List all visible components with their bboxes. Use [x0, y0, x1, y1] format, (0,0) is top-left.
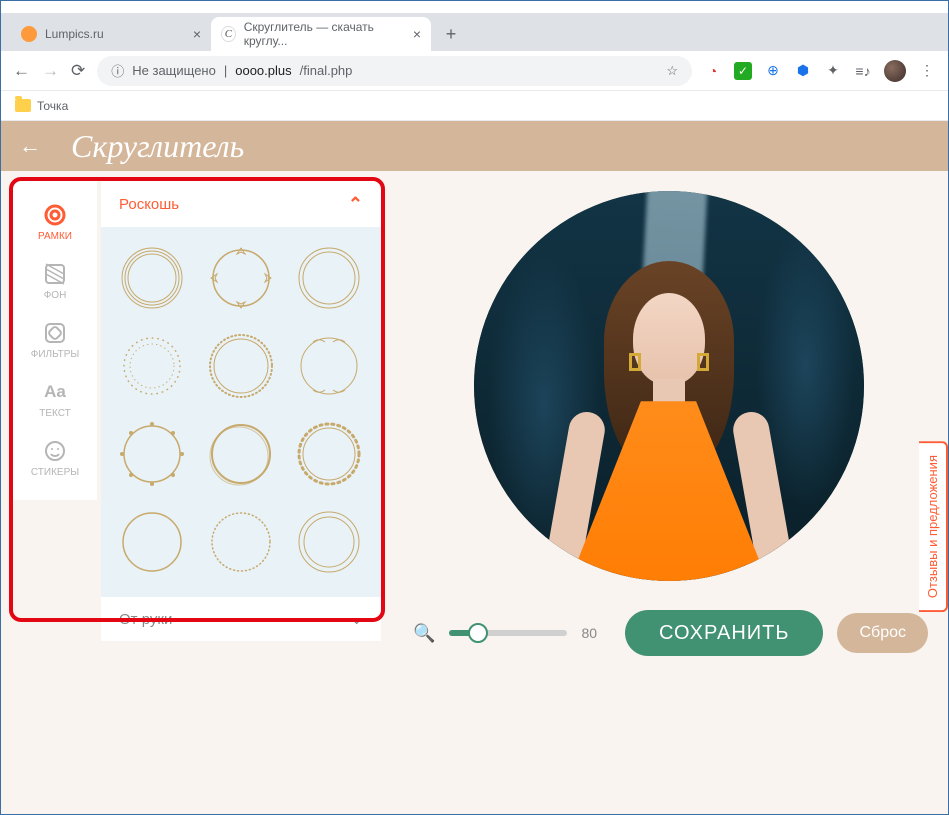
app-body: РАМКИ ФОН ФИЛЬТРЫ Aa ТЕКСТ: [1, 171, 948, 814]
bookmark-item[interactable]: Точка: [37, 99, 68, 113]
frame-option[interactable]: [290, 415, 368, 493]
new-tab-button[interactable]: +: [437, 20, 465, 48]
zoom-slider[interactable]: [449, 630, 567, 636]
frame-option[interactable]: [202, 239, 280, 317]
save-button[interactable]: СОХРАНИТЬ: [625, 610, 824, 656]
close-tab-icon[interactable]: ×: [193, 26, 201, 42]
ext-icon-5[interactable]: ≡♪: [854, 62, 872, 80]
ext-icon-4[interactable]: ⬢: [794, 62, 812, 80]
address-bar[interactable]: ⓘ Не защищено | oooo.plus/final.php ☆: [97, 56, 692, 86]
favicon-skruglitel: C: [221, 26, 236, 42]
ext-icon-3[interactable]: ⊕: [764, 62, 782, 80]
reload-button[interactable]: ⟳: [71, 61, 85, 81]
background-icon: [43, 262, 67, 286]
tool-sidebar: РАМКИ ФОН ФИЛЬТРЫ Aa ТЕКСТ: [13, 181, 97, 500]
toolbar: ← → ⟳ ⓘ Не защищено | oooo.plus/final.ph…: [1, 51, 948, 91]
sidebar-item-stickers[interactable]: СТИКЕРЫ: [13, 429, 97, 488]
extensions-icon[interactable]: ✦: [824, 62, 842, 80]
folder-icon: [15, 99, 31, 112]
zoom-icon[interactable]: 🔍: [413, 623, 435, 644]
frame-option[interactable]: [113, 503, 191, 581]
preview-canvas[interactable]: [431, 191, 906, 611]
tab-skruglitel[interactable]: C Скруглитель — скачать круглу... ×: [211, 17, 431, 51]
tab-title: Lumpics.ru: [45, 27, 104, 41]
filters-icon: [43, 321, 67, 345]
frame-option[interactable]: [202, 503, 280, 581]
frame-option[interactable]: [290, 327, 368, 405]
extensions: ◔ ✓ ⊕ ⬢ ✦ ≡♪ ⋮: [704, 60, 936, 82]
category-luxury-header[interactable]: Роскошь ⌃: [101, 181, 381, 227]
reset-button[interactable]: Сброс: [837, 613, 928, 653]
tab-title: Скруглитель — скачать круглу...: [244, 20, 405, 48]
url-path: /final.php: [300, 63, 353, 78]
ext-icon-2[interactable]: ✓: [734, 62, 752, 80]
sidebar-item-filters[interactable]: ФИЛЬТРЫ: [13, 311, 97, 370]
frame-option[interactable]: [290, 239, 368, 317]
frames-panel: Роскошь ⌃ От руки ⌄: [101, 181, 381, 641]
frames-icon: [43, 203, 67, 227]
divider: |: [224, 63, 227, 78]
app-header: ← Скруглитель: [1, 121, 948, 171]
sidebar-label: РАМКИ: [38, 231, 72, 242]
frames-grid: [101, 227, 381, 593]
security-label: Не защищено: [132, 63, 216, 78]
chevron-down-icon: ⌄: [350, 610, 363, 628]
zoom-value: 80: [581, 625, 611, 641]
app-logo: Скруглитель: [71, 128, 244, 165]
info-icon: ⓘ: [111, 61, 124, 80]
close-tab-icon[interactable]: ×: [413, 26, 421, 42]
cropped-image: [474, 191, 864, 581]
sidebar-label: ФИЛЬТРЫ: [31, 349, 80, 360]
menu-icon[interactable]: ⋮: [918, 62, 936, 80]
frame-option[interactable]: [290, 503, 368, 581]
feedback-tab[interactable]: Отзывы и предложения: [919, 441, 948, 612]
category-label: От руки: [119, 611, 172, 628]
profile-avatar[interactable]: [884, 60, 906, 82]
sidebar-item-text[interactable]: Aa ТЕКСТ: [13, 370, 97, 429]
url-host: oooo.plus: [235, 63, 291, 78]
controls-row: 🔍 80 СОХРАНИТЬ Сброс: [413, 608, 928, 658]
sidebar-label: ФОН: [44, 290, 67, 301]
star-icon[interactable]: ☆: [666, 63, 678, 79]
sidebar-item-background[interactable]: ФОН: [13, 252, 97, 311]
category-freehand-header[interactable]: От руки ⌄: [101, 597, 381, 641]
frame-option[interactable]: [202, 415, 280, 493]
sidebar-label: СТИКЕРЫ: [31, 467, 79, 478]
tab-strip: Lumpics.ru × C Скруглитель — скачать кру…: [1, 13, 948, 51]
favicon-lumpics: [21, 26, 37, 42]
back-button[interactable]: ←: [13, 61, 30, 81]
frame-option[interactable]: [113, 415, 191, 493]
forward-button[interactable]: →: [42, 61, 59, 81]
text-icon: Aa: [43, 380, 67, 404]
tab-lumpics[interactable]: Lumpics.ru ×: [11, 17, 211, 51]
frame-option[interactable]: [113, 327, 191, 405]
app-back-button[interactable]: ←: [19, 133, 41, 159]
browser-window: — ▢ ✕ Lumpics.ru × C Скруглитель — скача…: [0, 0, 949, 815]
titlebar: [1, 1, 948, 13]
sidebar-item-frames[interactable]: РАМКИ: [13, 193, 97, 252]
bookmarks-bar: Точка: [1, 91, 948, 121]
category-label: Роскошь: [119, 196, 179, 213]
frame-option[interactable]: [113, 239, 191, 317]
sidebar-label: ТЕКСТ: [39, 408, 71, 419]
ext-icon-1[interactable]: ◔: [704, 62, 722, 80]
chevron-up-icon: ⌃: [348, 194, 363, 215]
stickers-icon: [43, 439, 67, 463]
frame-option[interactable]: [202, 327, 280, 405]
